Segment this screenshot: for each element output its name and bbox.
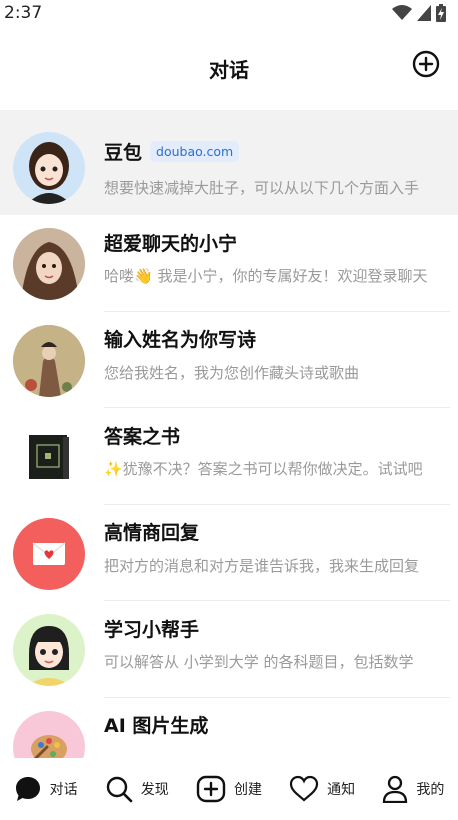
chat-preview: 可以解答从 小学到大学 的各科题目，包括数学	[104, 653, 414, 671]
chat-item-eq-reply[interactable]: 高情商回复 把对方的消息和对方是谁告诉我，我来生成回复	[0, 505, 458, 601]
chat-name: 超爱聊天的小宁	[104, 232, 238, 255]
girl-avatar	[13, 132, 85, 204]
chat-name: 豆包	[104, 141, 143, 164]
status-icons	[392, 4, 446, 22]
chat-item-study-helper[interactable]: 学习小帮手 可以解答从 小学到大学 的各科题目，包括数学	[0, 601, 458, 698]
chat-name: 高情商回复	[104, 522, 200, 544]
tab-label: 创建	[233, 782, 262, 798]
plus-square-icon	[196, 775, 226, 803]
tab-label: 对话	[49, 782, 78, 798]
student-avatar	[13, 614, 85, 686]
chat-name-line: 豆包 doubao.com	[104, 136, 240, 166]
tab-label: 发现	[140, 782, 169, 798]
person-icon	[383, 775, 408, 803]
tab-discover[interactable]: 发现	[105, 775, 169, 803]
chat-name-line: 输入姓名为你写诗	[104, 324, 256, 354]
domain-tag[interactable]: doubao.com	[150, 140, 240, 162]
bottom-tab-bar: 对话 发现 创建 通知 我的	[0, 758, 458, 820]
new-chat-button[interactable]	[412, 50, 440, 78]
tab-create[interactable]: 创建	[196, 775, 262, 803]
chat-item-answer-book[interactable]: 答案之书 ✨犹豫不决？答案之书可以帮你做决定。试试吧	[0, 408, 458, 505]
painting-avatar	[13, 324, 85, 397]
chat-list: 豆包 doubao.com 想要快速减掉大肚子，可以从以下几个方面入手 超爱聊天…	[0, 110, 458, 758]
chat-name-line: 答案之书	[104, 420, 180, 450]
search-icon	[106, 776, 133, 803]
tab-label: 我的	[416, 782, 445, 798]
chat-preview: 想要快速减掉大肚子，可以从以下几个方面入手	[104, 179, 420, 197]
chat-name-line: 高情商回复	[104, 517, 199, 547]
wifi-icon	[392, 5, 412, 20]
palette-avatar	[13, 710, 85, 758]
signal-icon	[417, 5, 431, 21]
portrait-avatar	[13, 228, 85, 300]
chat-item-doubao[interactable]: 豆包 doubao.com 想要快速减掉大肚子，可以从以下几个方面入手	[0, 110, 458, 215]
plus-circle-icon	[412, 50, 440, 78]
chat-name: 输入姓名为你写诗	[104, 329, 257, 351]
status-time: 2:37	[4, 3, 43, 23]
chat-item-poem[interactable]: 输入姓名为你写诗 您给我姓名，我为您创作藏头诗或歌曲	[0, 312, 458, 408]
envelope-avatar	[13, 517, 85, 590]
chat-name: AI 图片生成	[104, 715, 209, 737]
status-bar: 2:37	[0, 0, 458, 26]
chat-bubble-icon	[15, 777, 40, 801]
book-avatar	[13, 421, 85, 493]
chat-name-line: 学习小帮手	[104, 613, 199, 643]
chat-name: 答案之书	[104, 425, 181, 448]
header: 对话	[0, 26, 458, 110]
chat-item-ai-image[interactable]: AI 图片生成	[0, 698, 458, 758]
tab-me[interactable]: 我的	[382, 775, 444, 803]
heart-icon	[290, 775, 319, 802]
chat-preview: 您给我姓名，我为您创作藏头诗或歌曲	[104, 363, 360, 382]
chat-preview: 哈喽👋 我是小宁，你的专属好友！欢迎登录聊天	[104, 267, 428, 285]
tab-notifications[interactable]: 通知	[289, 775, 355, 803]
chat-item-xiaoning[interactable]: 超爱聊天的小宁 哈喽👋 我是小宁，你的专属好友！欢迎登录聊天	[0, 215, 458, 312]
battery-icon	[436, 4, 446, 22]
tab-chat[interactable]: 对话	[14, 775, 78, 803]
tab-label: 通知	[327, 782, 356, 798]
chat-name: 学习小帮手	[104, 618, 200, 641]
chat-name-line: 超爱聊天的小宁	[104, 227, 237, 257]
page-title: 对话	[209, 57, 249, 82]
chat-preview: ✨犹豫不决？答案之书可以帮你做决定。试试吧	[104, 460, 423, 478]
chat-name-line: AI 图片生成	[104, 710, 208, 740]
chat-preview: 把对方的消息和对方是谁告诉我，我来生成回复	[104, 556, 420, 575]
